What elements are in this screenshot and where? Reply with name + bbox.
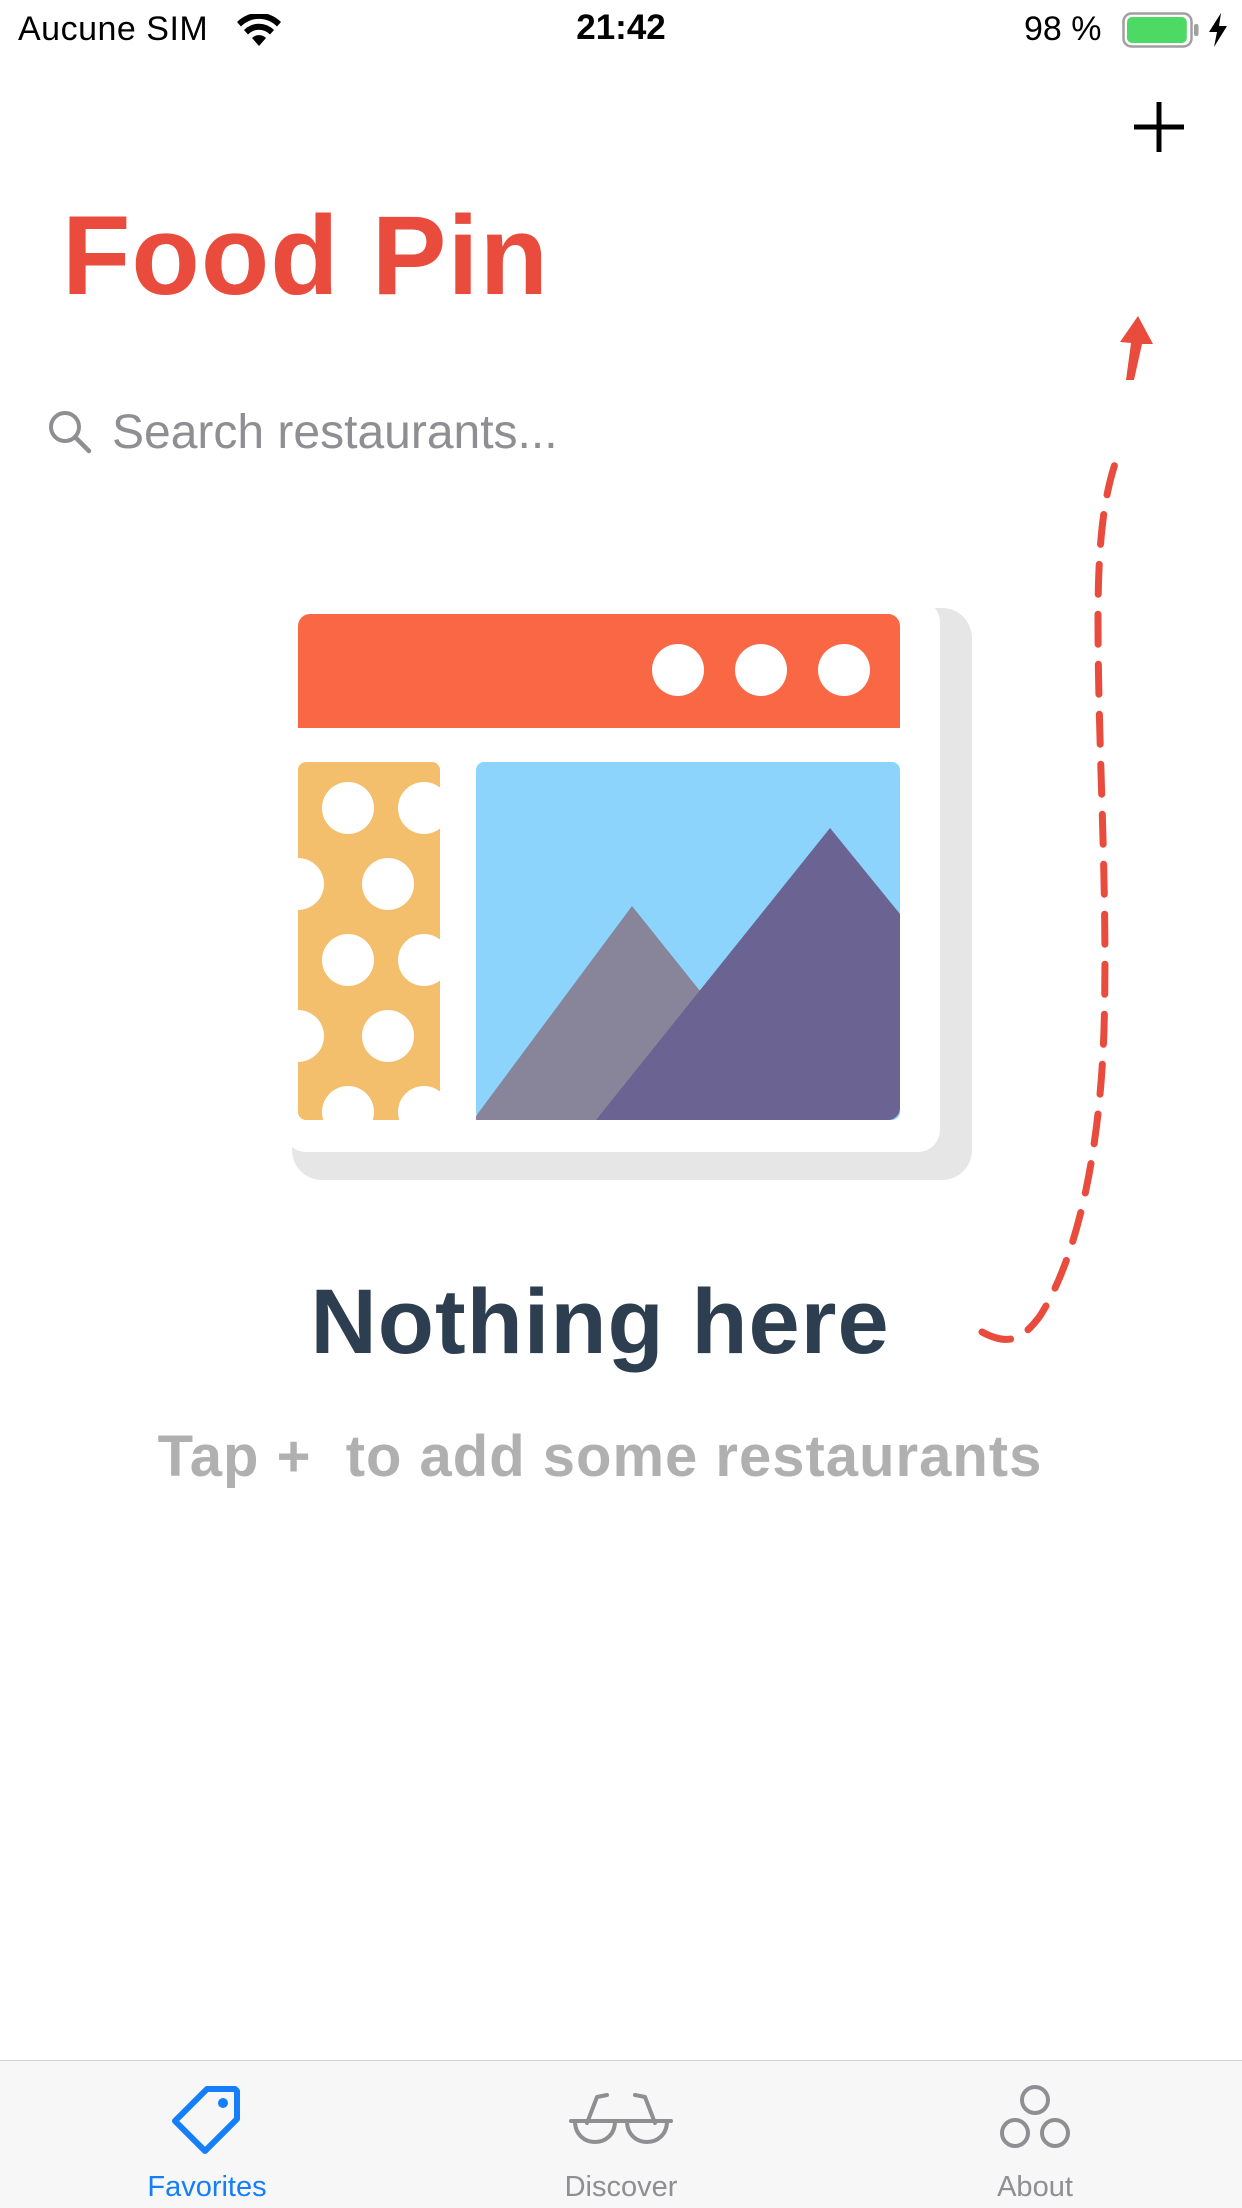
tab-discover-label: Discover — [564, 2171, 678, 2203]
tab-about-label: About — [997, 2171, 1073, 2203]
plus-icon — [1134, 102, 1184, 152]
tab-favorites[interactable]: Favorites — [0, 2061, 414, 2208]
app-screen: Aucune SIM 21:42 98 % Food Pin Search re… — [0, 0, 1242, 2208]
glasses-icon — [569, 2093, 673, 2144]
tab-discover[interactable]: Discover — [414, 2061, 828, 2208]
tag-icon — [172, 2086, 240, 2154]
empty-window-illustration — [284, 600, 972, 1180]
empty-state-subtitle: Tap + to add some restaurants — [157, 1424, 1043, 1489]
page-title: Food Pin — [62, 193, 550, 318]
charging-bolt-icon — [1209, 13, 1227, 47]
dashed-arrow-hint — [978, 316, 1153, 1343]
search-icon — [49, 411, 92, 454]
tab-bar: Favorites Discover About — [0, 2060, 1242, 2208]
circles-icon — [1000, 2085, 1070, 2148]
empty-state-title: Nothing here — [310, 1271, 890, 1373]
add-restaurant-button[interactable] — [1120, 90, 1198, 164]
tab-favorites-label: Favorites — [147, 2171, 267, 2203]
tab-about[interactable]: About — [828, 2061, 1242, 2208]
battery-icon — [1122, 12, 1199, 48]
status-bar: Aucune SIM 21:42 98 % — [0, 0, 1242, 62]
battery-percentage: 98 % — [1024, 10, 1102, 48]
